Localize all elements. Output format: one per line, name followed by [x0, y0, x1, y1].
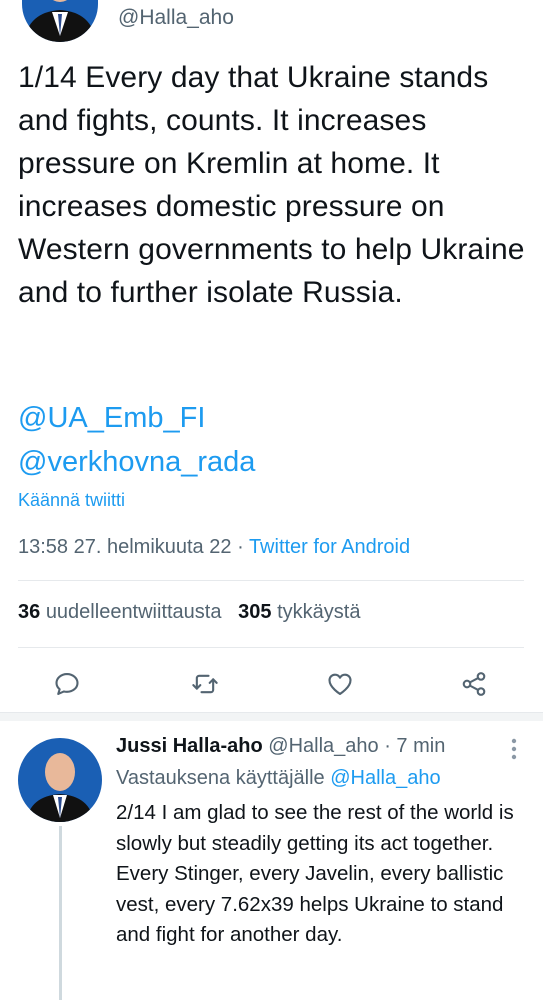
author-avatar[interactable]	[22, 0, 98, 42]
retweets-count: 36	[18, 601, 41, 623]
reply-header: Jussi Halla-aho @Halla_aho · 7 min	[116, 735, 445, 758]
reply-button[interactable]	[47, 664, 87, 704]
mention-link[interactable]: @UA_Emb_FI	[18, 396, 255, 440]
likes-label: tykkäystä	[277, 601, 361, 623]
likes-stat[interactable]: 305 tykkäystä	[238, 601, 360, 623]
like-button[interactable]	[320, 664, 360, 704]
reply-author-name[interactable]: Jussi Halla-aho	[116, 735, 263, 757]
like-icon	[328, 673, 352, 695]
author-handle[interactable]: @Halla_aho	[118, 6, 234, 30]
retweet-icon	[192, 674, 218, 694]
share-icon	[462, 672, 486, 696]
tweet-action-bar	[0, 664, 543, 708]
retweets-label: uudelleentwiittausta	[45, 601, 222, 623]
tweet-stats: 36 uudelleentwiittausta 305 tykkäystä	[18, 601, 360, 624]
reply-to-handle[interactable]: @Halla_aho	[330, 767, 440, 789]
thread-line	[59, 826, 62, 1000]
more-options-button[interactable]	[505, 736, 523, 762]
tweet-source-link[interactable]: Twitter for Android	[249, 536, 410, 558]
tweet-meta: 13:58 27. helmikuuta 22 · Twitter for An…	[18, 536, 410, 559]
reply-author-avatar[interactable]	[18, 738, 102, 822]
retweet-button[interactable]	[185, 664, 225, 704]
reply-to-prefix: Vastauksena käyttäjälle	[116, 767, 325, 789]
divider	[18, 647, 524, 648]
more-vertical-icon	[511, 738, 517, 760]
mention-list: @UA_Emb_FI @verkhovna_rada	[18, 396, 255, 484]
mention-link[interactable]: @verkhovna_rada	[18, 440, 255, 484]
meta-separator: ·	[237, 536, 244, 558]
retweets-stat[interactable]: 36 uudelleentwiittausta	[18, 601, 222, 623]
reply-context: Vastauksena käyttäjälle @Halla_aho	[116, 767, 441, 790]
likes-count: 305	[238, 601, 272, 623]
divider	[18, 580, 524, 581]
reply-author-handle[interactable]: @Halla_aho	[268, 735, 378, 757]
reply-age[interactable]: · 7 min	[384, 735, 445, 757]
tweet-timestamp[interactable]: 13:58 27. helmikuuta 22	[18, 536, 232, 558]
reply-icon	[55, 673, 79, 695]
tweet-text: 1/14 Every day that Ukraine stands and f…	[18, 61, 525, 309]
reply-text: 2/14 I am glad to see the rest of the wo…	[116, 801, 514, 946]
translate-link[interactable]: Käännä twiitti	[18, 490, 125, 511]
share-button[interactable]	[454, 664, 494, 704]
section-separator	[0, 712, 543, 721]
